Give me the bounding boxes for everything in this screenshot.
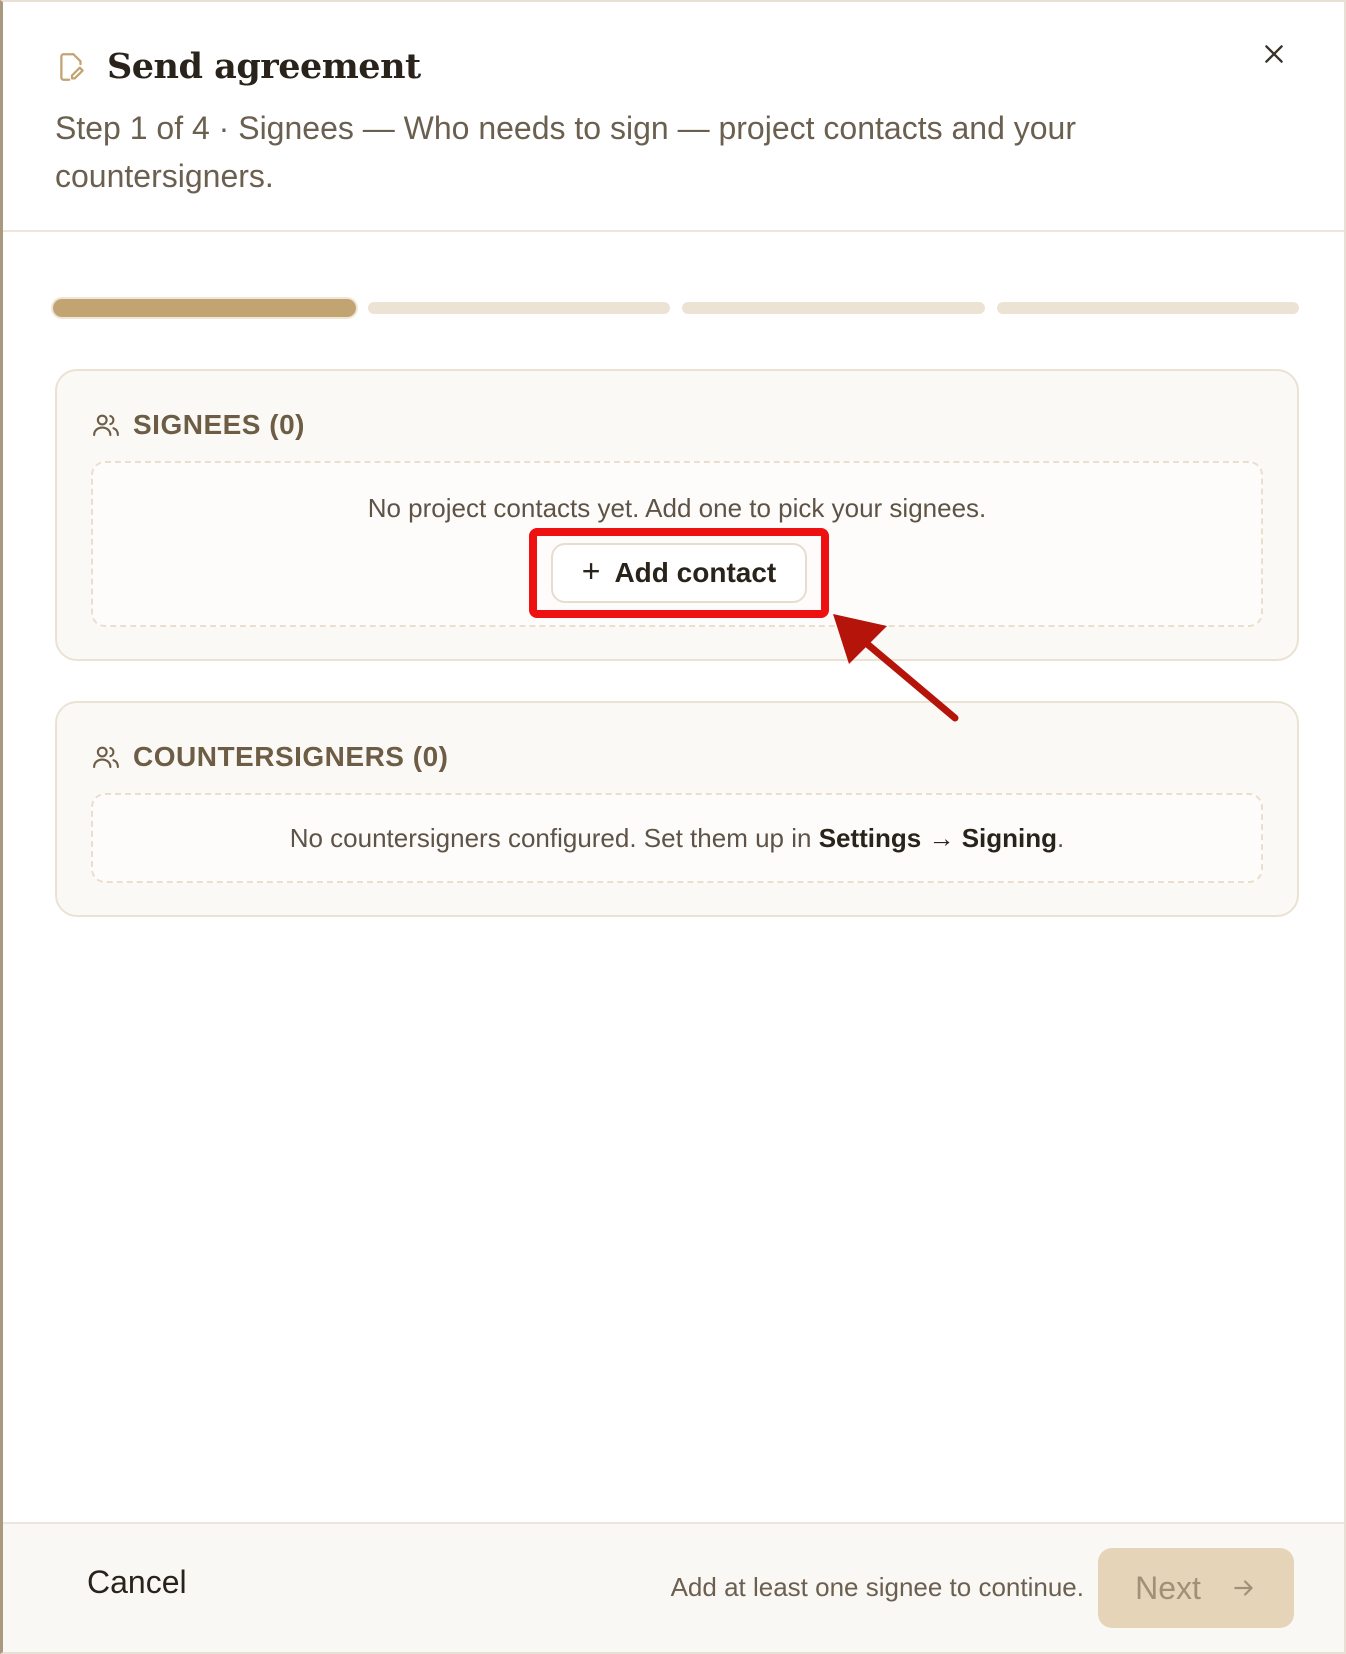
countersigners-empty-suffix: .	[1057, 823, 1065, 853]
dialog-subtitle: Step 1 of 4 · Signees — Who needs to sig…	[55, 110, 1076, 194]
progress-step-2	[367, 302, 670, 314]
signees-heading: SIGNEES (0)	[133, 409, 305, 440]
next-label: Next	[1135, 1569, 1201, 1606]
countersigners-empty-text: No countersigners configured. Set them u…	[93, 823, 1261, 854]
title-row: Send agreement	[55, 46, 421, 87]
dialog-footer: Cancel Add at least one signee to contin…	[3, 1522, 1344, 1652]
highlight-box	[529, 528, 829, 618]
send-agreement-dialog: Send agreement Step 1 of 4 · Signees — W…	[0, 0, 1346, 1654]
countersigners-empty-prefix: No countersigners configured. Set them u…	[289, 823, 819, 853]
next-button[interactable]: Next	[1098, 1548, 1294, 1628]
annotation-arrow-icon	[833, 614, 959, 722]
progress-step-1	[53, 299, 356, 317]
countersigners-heading-row: COUNTERSIGNERS (0)	[91, 741, 448, 773]
signees-heading-row: SIGNEES (0)	[91, 409, 305, 441]
people-icon	[93, 746, 119, 769]
signees-empty-text: No project contacts yet. Add one to pick…	[367, 493, 987, 523]
people-icon	[93, 414, 119, 437]
arrow-right-icon	[1231, 1575, 1257, 1601]
countersigners-empty-state: No countersigners configured. Set them u…	[91, 793, 1263, 883]
step-progress	[53, 299, 1299, 317]
footer-hint: Add at least one signee to continue.	[670, 1572, 1084, 1602]
dialog-header: Send agreement Step 1 of 4 · Signees — W…	[3, 2, 1344, 232]
progress-step-3	[682, 302, 985, 314]
close-icon	[1265, 45, 1283, 63]
progress-step-4	[996, 302, 1299, 314]
countersigners-heading: COUNTERSIGNERS (0)	[133, 741, 449, 772]
dialog-title: Send agreement	[107, 46, 421, 87]
cancel-button[interactable]: Cancel	[87, 1564, 187, 1601]
countersigners-section: COUNTERSIGNERS (0) No countersigners con…	[55, 701, 1299, 917]
settings-signing-link[interactable]: Settings → Signing	[819, 823, 1057, 853]
document-edit-icon	[60, 52, 84, 81]
close-button[interactable]	[1256, 36, 1292, 72]
